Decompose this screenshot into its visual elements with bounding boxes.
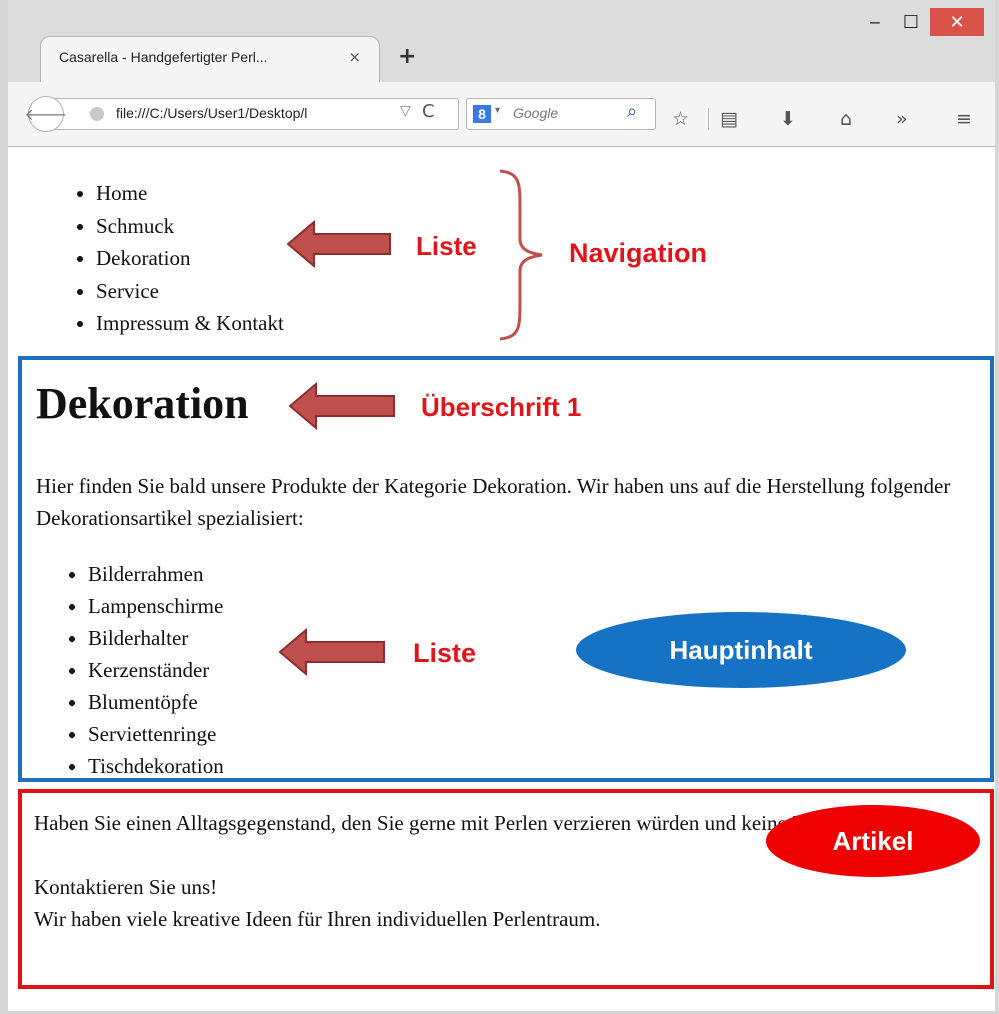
- back-arrow-icon: 🡐: [24, 105, 68, 124]
- arrow-left-icon: [278, 627, 385, 677]
- star-icon[interactable]: ☆: [672, 108, 689, 130]
- window-frame-right: [995, 0, 999, 1014]
- curly-brace-icon: [499, 169, 543, 341]
- globe-icon: [90, 107, 104, 121]
- reload-icon[interactable]: C: [422, 101, 435, 122]
- close-window-button[interactable]: ✕: [930, 8, 984, 36]
- arrow-left-icon: [288, 381, 395, 431]
- url-dropdown-icon[interactable]: ▽: [400, 103, 411, 119]
- list-item: Lampenschirme: [88, 590, 224, 622]
- list-item: Kerzenständer: [88, 654, 224, 686]
- search-bar[interactable]: 8 ▾ Google ⌕: [466, 98, 656, 130]
- nav-item[interactable]: Home: [96, 177, 284, 210]
- minimize-button[interactable]: ‒: [858, 8, 892, 36]
- liste-nav-label: Liste: [416, 231, 477, 261]
- google-icon: 8: [473, 105, 491, 123]
- overflow-icon[interactable]: »: [896, 108, 908, 130]
- article-line: Wir haben viele kreative Ideen für Ihren…: [34, 907, 601, 931]
- ueberschrift-label: Überschrift 1: [421, 392, 582, 422]
- tab-close-icon[interactable]: ×: [348, 48, 361, 66]
- list-item: Serviettenringe: [88, 718, 224, 750]
- search-input[interactable]: Google: [513, 105, 558, 121]
- tab-active[interactable]: Casarella - Handgefertigter Perl... ×: [40, 36, 380, 83]
- article-line: Kontaktieren Sie uns!: [34, 875, 218, 899]
- download-icon[interactable]: ⬇: [780, 108, 796, 130]
- tab-title: Casarella - Handgefertigter Perl...: [59, 49, 268, 65]
- new-tab-button[interactable]: +: [398, 44, 416, 69]
- back-button[interactable]: 🡐: [25, 96, 67, 132]
- liste-main-label: Liste: [413, 638, 477, 668]
- toolbar-divider: [708, 108, 709, 130]
- product-list: Bilderrahmen Lampenschirme Bilderhalter …: [48, 558, 224, 782]
- navigation-toolbar: file:///C:/Users/User1/Desktop/l ▽ C 🡐 8…: [8, 82, 995, 146]
- url-bar[interactable]: file:///C:/Users/User1/Desktop/l ▽ C: [46, 98, 459, 130]
- list-item: Bilderhalter: [88, 622, 224, 654]
- nav-item[interactable]: Schmuck: [96, 210, 284, 243]
- intro-paragraph: Hier finden Sie bald unsere Produkte der…: [36, 474, 951, 530]
- reading-list-icon[interactable]: ▤: [720, 108, 738, 130]
- hauptinhalt-badge: Hauptinhalt: [576, 612, 906, 688]
- maximize-button[interactable]: ☐: [894, 8, 928, 36]
- list-item: Tischdekoration: [88, 750, 224, 782]
- list-item: Bilderrahmen: [88, 558, 224, 590]
- list-item: Blumentöpfe: [88, 686, 224, 718]
- navigation-label: Navigation: [569, 238, 708, 268]
- window-frame-left: [0, 0, 8, 1014]
- artikel-badge: Artikel: [766, 805, 980, 877]
- nav-item[interactable]: Dekoration: [96, 242, 284, 275]
- page-title: Dekoration: [36, 379, 249, 428]
- nav-item[interactable]: Impressum & Kontakt: [96, 307, 284, 340]
- search-engine-dropdown-icon[interactable]: ▾: [495, 105, 500, 116]
- menu-icon[interactable]: ≡: [956, 108, 972, 130]
- arrow-left-icon: [286, 219, 391, 269]
- home-icon[interactable]: ⌂: [840, 108, 852, 130]
- navigation-list: Home Schmuck Dekoration Service Impressu…: [58, 177, 284, 340]
- nav-item[interactable]: Service: [96, 275, 284, 308]
- url-input[interactable]: file:///C:/Users/User1/Desktop/l: [116, 105, 307, 121]
- search-icon[interactable]: ⌕: [627, 101, 637, 122]
